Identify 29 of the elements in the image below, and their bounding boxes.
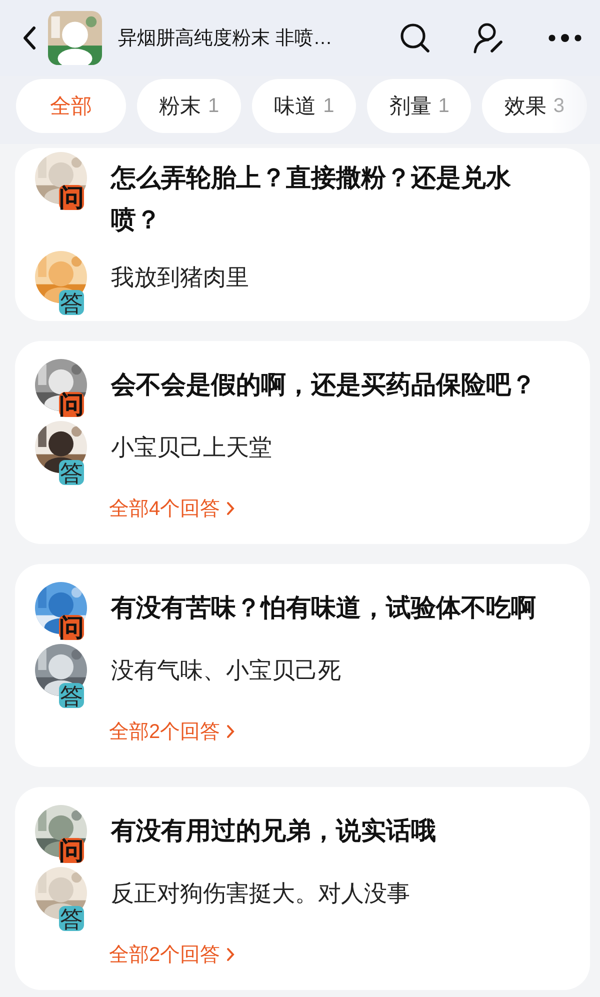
chevron-icon [226, 501, 236, 516]
question-badge: 问 [59, 185, 84, 210]
answer-text: 没有气味、小宝贝己死 [111, 656, 341, 685]
question-badge: 问 [59, 615, 84, 640]
all-answers-link[interactable]: 全部4个回答 [109, 495, 236, 522]
question-text: 有没有用过的兄弟，说实话哦 [111, 816, 436, 847]
answer-badge: 答 [59, 906, 84, 931]
product-title: 异烟肼高纯度粉末 非喷… [118, 27, 334, 51]
question-text: 怎么弄轮胎上？直接撒粉？还是兑水喷？ [111, 163, 512, 236]
answer-text: 反正对狗伤害挺大。对人没事 [111, 879, 410, 908]
search-button[interactable] [398, 21, 432, 55]
chevron-icon [226, 947, 236, 962]
filter-chip[interactable]: 效果 3 [482, 79, 586, 133]
filter-chip[interactable]: 剂量 1 [367, 79, 472, 133]
question-badge: 问 [59, 838, 84, 863]
filter-chip[interactable]: 粉末 1 [137, 79, 242, 133]
more-button[interactable] [548, 33, 582, 43]
filter-chip[interactable]: 味道 1 [252, 79, 356, 133]
answer-text: 我放到猪肉里 [111, 263, 249, 292]
answer-badge: 答 [59, 460, 84, 485]
chevron-icon [226, 724, 236, 739]
question-badge: 问 [59, 392, 84, 417]
answer-badge: 答 [59, 683, 84, 708]
answer-badge: 答 [59, 290, 84, 315]
question-text: 有没有苦味？怕有味道，试验体不吃啊 [111, 593, 536, 624]
all-answers-link[interactable]: 全部2个回答 [109, 941, 236, 968]
answer-text: 小宝贝己上天堂 [111, 433, 272, 462]
question-text: 会不会是假的啊，还是买药品保险吧？ [111, 370, 536, 401]
all-answers-link[interactable]: 全部2个回答 [109, 718, 236, 745]
